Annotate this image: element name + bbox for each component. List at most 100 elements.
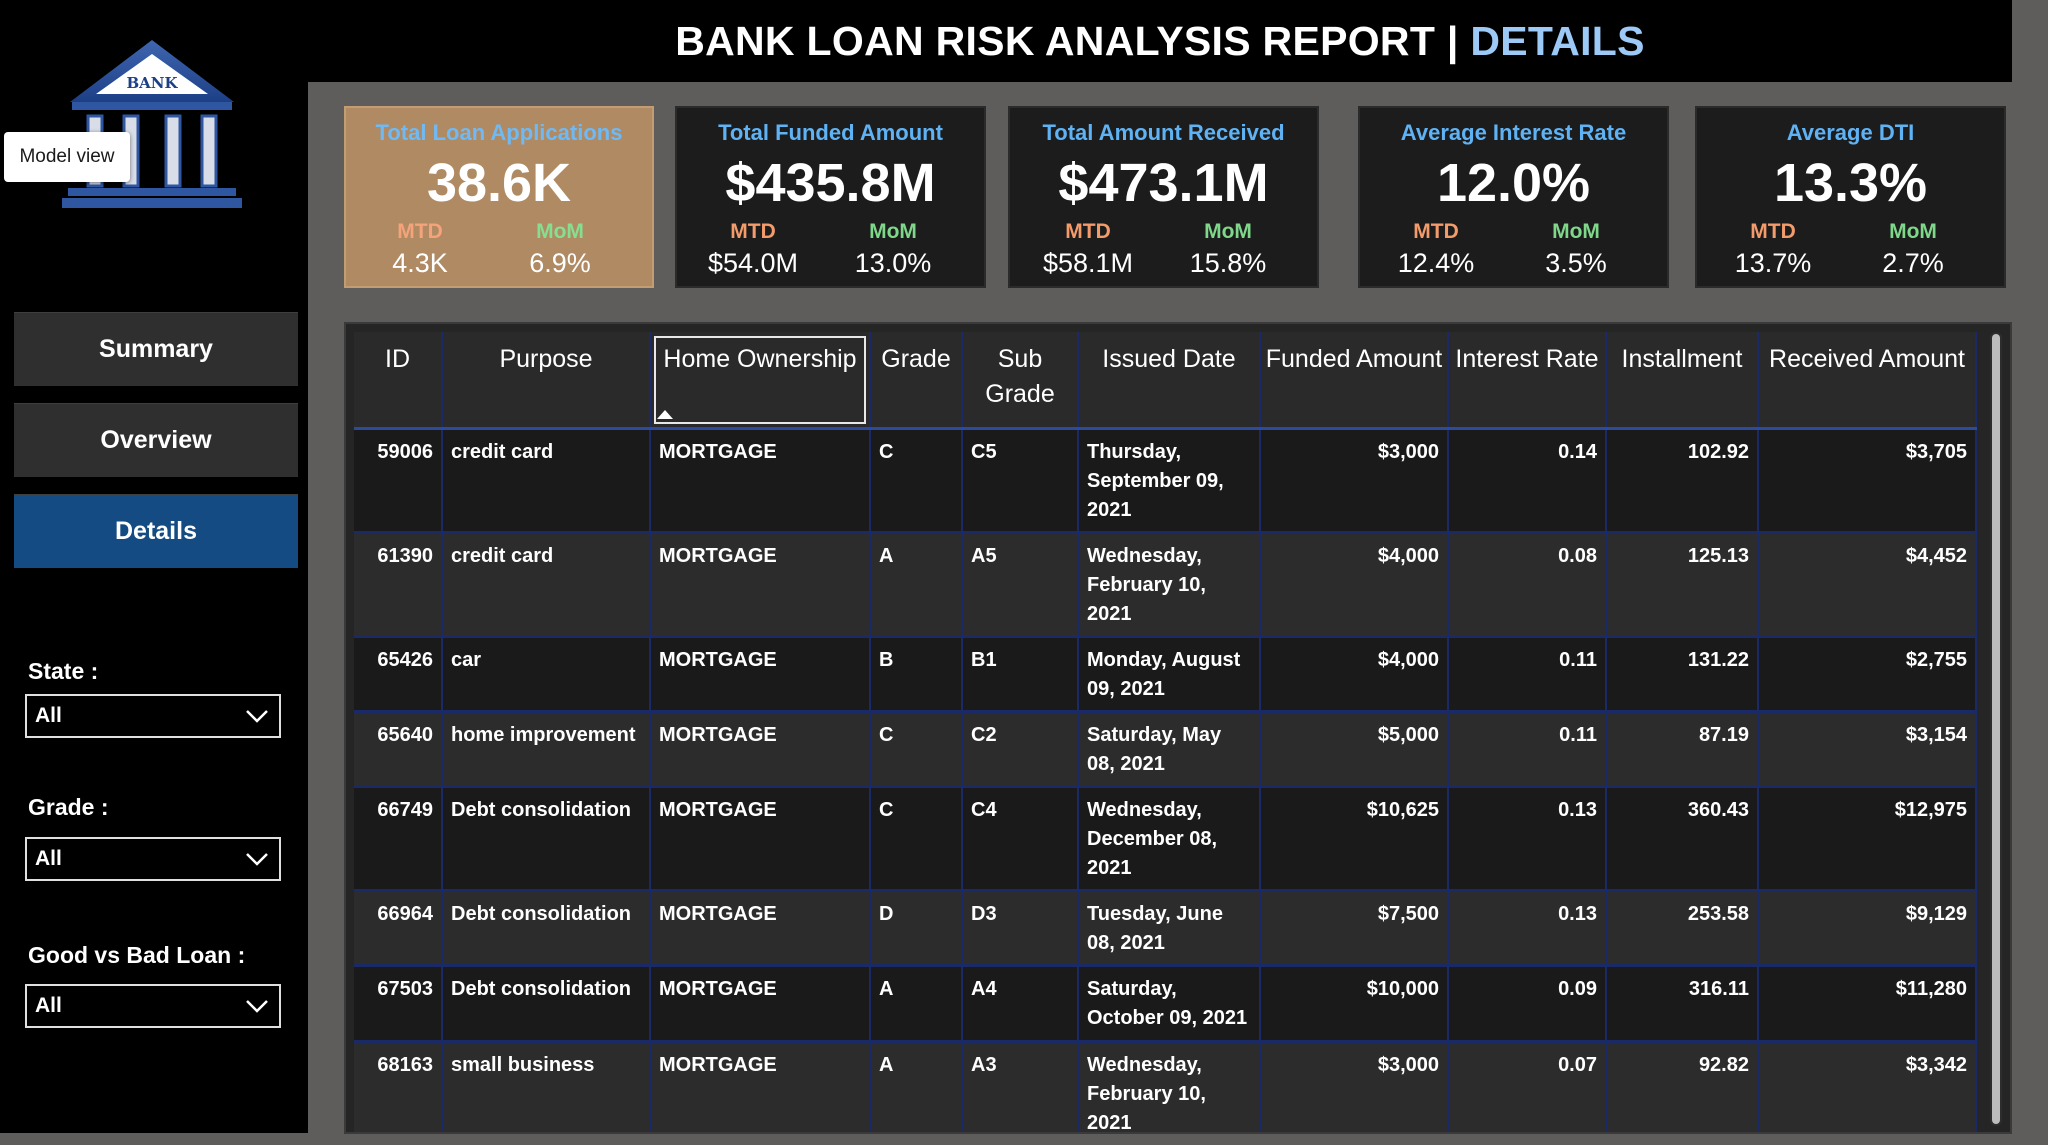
grade-dropdown[interactable]: All	[25, 837, 281, 881]
chevron-down-icon	[246, 710, 268, 723]
table-cell: 87.19	[1606, 711, 1759, 788]
table-row[interactable]: 65426 car MORTGAGE B B1 Monday, August 09, 20…	[354, 636, 1977, 713]
kpi-value: $435.8M	[725, 153, 936, 213]
kpi-mtd-value: 4.3K	[392, 248, 448, 278]
table-cell: A5	[962, 532, 1079, 638]
grade-filter-label: Grade :	[28, 794, 109, 820]
good-bad-loan-dropdown[interactable]: All	[25, 984, 281, 1028]
table-cell: C5	[962, 428, 1079, 534]
kpi-mtd-value: 12.4%	[1397, 248, 1475, 278]
table-cell: Debt consolidation	[442, 786, 651, 892]
column-header-interest-rate[interactable]: Interest Rate	[1448, 332, 1607, 430]
kpi-card-total-amount-received[interactable]: Total Amount Received $473.1M MTD MoM $5…	[1008, 106, 1319, 288]
column-header-installment[interactable]: Installment	[1606, 332, 1759, 430]
table-cell: $3,000	[1260, 428, 1449, 534]
state-dropdown[interactable]: All	[25, 694, 281, 738]
table-cell: B1	[962, 636, 1079, 713]
table-cell: $4,000	[1260, 532, 1449, 638]
kpi-card-average-interest-rate[interactable]: Average Interest Rate 12.0% MTD MoM 12.4…	[1358, 106, 1669, 288]
kpi-mtd-value: 13.7%	[1734, 248, 1812, 278]
kpi-mom-label: MoM	[869, 220, 917, 243]
table-cell: C2	[962, 711, 1079, 788]
table-cell: $11,280	[1758, 965, 1977, 1043]
table-cell: 67503	[354, 965, 443, 1043]
column-header-id[interactable]: ID	[354, 332, 443, 430]
table-cell: car	[442, 636, 651, 713]
column-header-funded-amount[interactable]: Funded Amount	[1260, 332, 1449, 430]
kpi-mom-label: MoM	[536, 220, 584, 243]
table-scrollbar[interactable]	[1990, 332, 2002, 1126]
column-header-issued-date[interactable]: Issued Date	[1078, 332, 1261, 430]
table-row[interactable]: 66964 Debt consolidation MORTGAGE D D3 Tuesda…	[354, 890, 1977, 967]
table-cell: Debt consolidation	[442, 890, 651, 967]
table-cell: MORTGAGE	[650, 532, 871, 638]
table-cell: 0.08	[1448, 532, 1607, 638]
kpi-mom-value: 13.0%	[854, 248, 932, 278]
sidebar: BANK Model view Summary Overview Details…	[0, 0, 308, 1133]
table-cell: C	[870, 786, 963, 892]
kpi-card-total-funded-amount[interactable]: Total Funded Amount $435.8M MTD MoM $54.…	[675, 106, 986, 288]
table-cell: A	[870, 965, 963, 1043]
nav-overview-button[interactable]: Overview	[14, 403, 298, 477]
table-row[interactable]: 68163 small business MORTGAGE A A3 Wednesday,…	[354, 1041, 1977, 1132]
table-cell: Wednesday, February 10, 2021	[1078, 532, 1261, 638]
table-cell: Monday, August 09, 2021	[1078, 636, 1261, 713]
column-header-home-ownership[interactable]: Home Ownership	[650, 332, 871, 430]
table-row[interactable]: 59006 credit card MORTGAGE C C5 Thursday, Sep…	[354, 428, 1977, 534]
kpi-title: Total Loan Applications	[375, 120, 623, 145]
table-cell: B	[870, 636, 963, 713]
kpi-mom-label: MoM	[1889, 220, 1937, 243]
nav-summary-button[interactable]: Summary	[14, 312, 298, 386]
kpi-mom-value: 3.5%	[1545, 248, 1607, 278]
scrollbar-thumb[interactable]	[1992, 334, 2000, 1124]
kpi-value: 12.0%	[1436, 153, 1591, 213]
nav-details-button[interactable]: Details	[14, 494, 298, 568]
table-cell: A3	[962, 1041, 1079, 1132]
kpi-mom-label: MoM	[1204, 220, 1252, 243]
table-cell: 125.13	[1606, 532, 1759, 638]
kpi-mtd-label: MTD	[1750, 220, 1796, 243]
table-cell: Wednesday, December 08, 2021	[1078, 786, 1261, 892]
kpi-mom-label: MoM	[1552, 220, 1600, 243]
column-header-received-amount[interactable]: Received Amount	[1758, 332, 1977, 430]
table-cell: 0.13	[1448, 786, 1607, 892]
kpi-mom-value: 2.7%	[1882, 248, 1944, 278]
report-title: BANK LOAN RISK ANALYSIS REPORT | DETAILS	[675, 17, 1645, 64]
kpi-mom-value: 6.9%	[529, 248, 591, 278]
table-cell: A	[870, 532, 963, 638]
kpi-title: Total Funded Amount	[718, 120, 943, 145]
loan-details-table: ID Purpose Home Ownership Grade Sub Grad…	[354, 332, 1977, 1132]
table-header-row: ID Purpose Home Ownership Grade Sub Grad…	[354, 332, 1977, 430]
table-cell: Thursday, September 09, 2021	[1078, 428, 1261, 534]
table-row[interactable]: 67503 Debt consolidation MORTGAGE A A4 Saturd…	[354, 965, 1977, 1043]
kpi-value: $473.1M	[1058, 153, 1269, 213]
table-cell: MORTGAGE	[650, 890, 871, 967]
kpi-value: 38.6K	[426, 153, 572, 213]
table-cell: $2,755	[1758, 636, 1977, 713]
kpi-mom-value: 15.8%	[1189, 248, 1267, 278]
kpi-card-total-loan-applications[interactable]: Total Loan Applications 38.6K MTD MoM 4.…	[344, 106, 654, 288]
table-cell: MORTGAGE	[650, 786, 871, 892]
kpi-title: Total Amount Received	[1042, 120, 1285, 145]
column-header-sub-grade[interactable]: Sub Grade	[962, 332, 1079, 430]
kpi-mtd-label: MTD	[1065, 220, 1111, 243]
table-cell: $4,000	[1260, 636, 1449, 713]
table-cell: 65640	[354, 711, 443, 788]
table-row[interactable]: 65640 home improvement MORTGAGE C C2 Saturday…	[354, 711, 1977, 788]
table-cell: MORTGAGE	[650, 1041, 871, 1132]
table-cell: Debt consolidation	[442, 965, 651, 1043]
table-cell: MORTGAGE	[650, 711, 871, 788]
table-body: 59006 credit card MORTGAGE C C5 Thursday, Sep…	[354, 428, 1977, 1132]
table-cell: 316.11	[1606, 965, 1759, 1043]
table-cell: 0.07	[1448, 1041, 1607, 1132]
kpi-mtd-value: $58.1M	[1042, 248, 1134, 278]
table-row[interactable]: 61390 credit card MORTGAGE A A5 Wednesday, Fe…	[354, 532, 1977, 638]
column-header-grade[interactable]: Grade	[870, 332, 963, 430]
table-cell: A	[870, 1041, 963, 1132]
table-cell: Wednesday, February 10, 2021	[1078, 1041, 1261, 1132]
table-cell: Saturday, May 08, 2021	[1078, 711, 1261, 788]
column-header-purpose[interactable]: Purpose	[442, 332, 651, 430]
table-row[interactable]: 66749 Debt consolidation MORTGAGE C C4 Wednes…	[354, 786, 1977, 892]
kpi-card-average-dti[interactable]: Average DTI 13.3% MTD MoM 13.7% 2.7%	[1695, 106, 2006, 288]
logo-text: BANK	[126, 74, 178, 92]
